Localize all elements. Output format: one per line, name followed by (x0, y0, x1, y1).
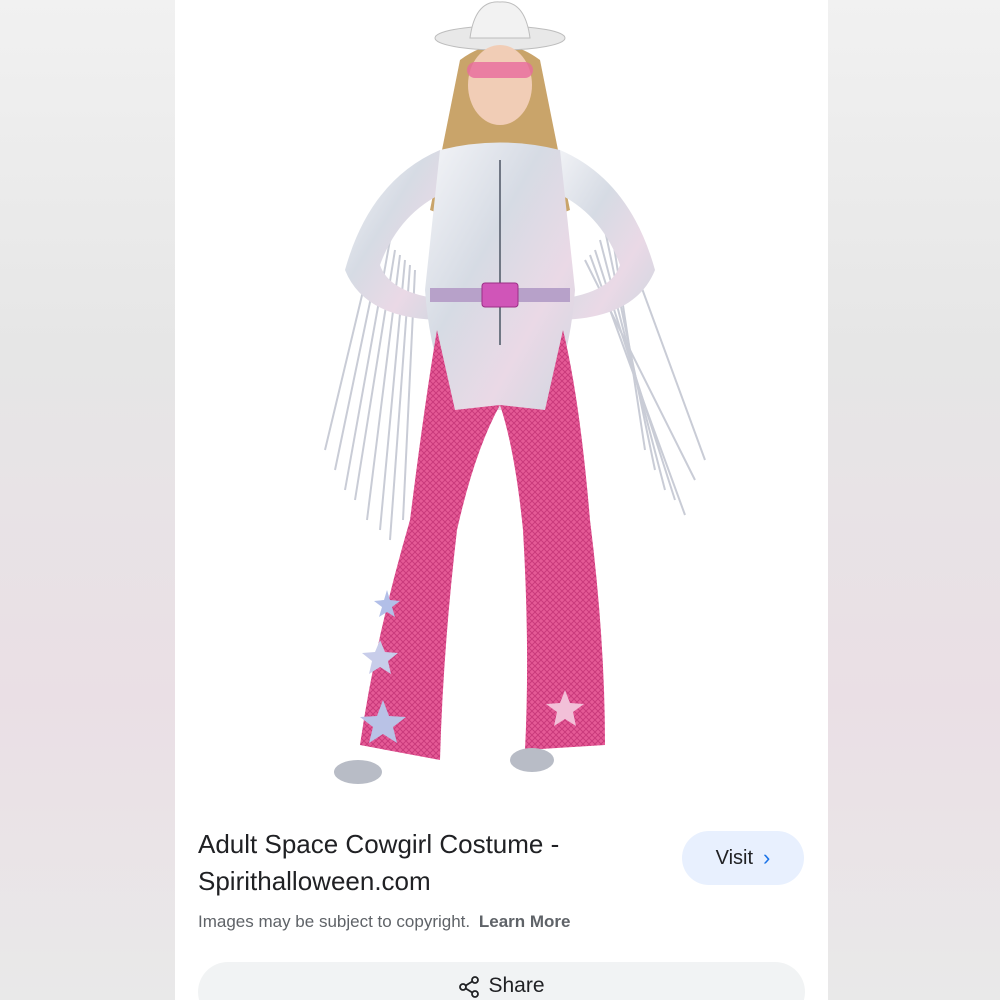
blurred-background-left (0, 0, 175, 1000)
share-label: Share (488, 974, 545, 997)
copyright-text: Images may be subject to copyright. (198, 912, 471, 931)
result-title-line1: Adult Space Cowgirl Costume - (198, 829, 560, 859)
result-title[interactable]: Adult Space Cowgirl Costume - Spirithall… (198, 826, 638, 900)
image-result-card: Adult Space Cowgirl Costume - Spirithall… (175, 0, 828, 1000)
visit-label: Visit (715, 846, 754, 869)
visit-button[interactable]: Visit › (682, 831, 804, 885)
share-button[interactable]: Share (198, 962, 805, 1000)
costume-illustration (324, 1, 706, 784)
share-icon (459, 976, 480, 998)
result-title-line2: Spirithalloween.com (198, 866, 431, 896)
product-image[interactable] (175, 0, 828, 800)
learn-more-link[interactable]: Learn More (479, 912, 571, 931)
copyright-notice: Images may be subject to copyright. Lear… (198, 912, 571, 932)
blurred-background-right (828, 0, 1000, 1000)
chevron-right-icon: › (763, 845, 771, 870)
